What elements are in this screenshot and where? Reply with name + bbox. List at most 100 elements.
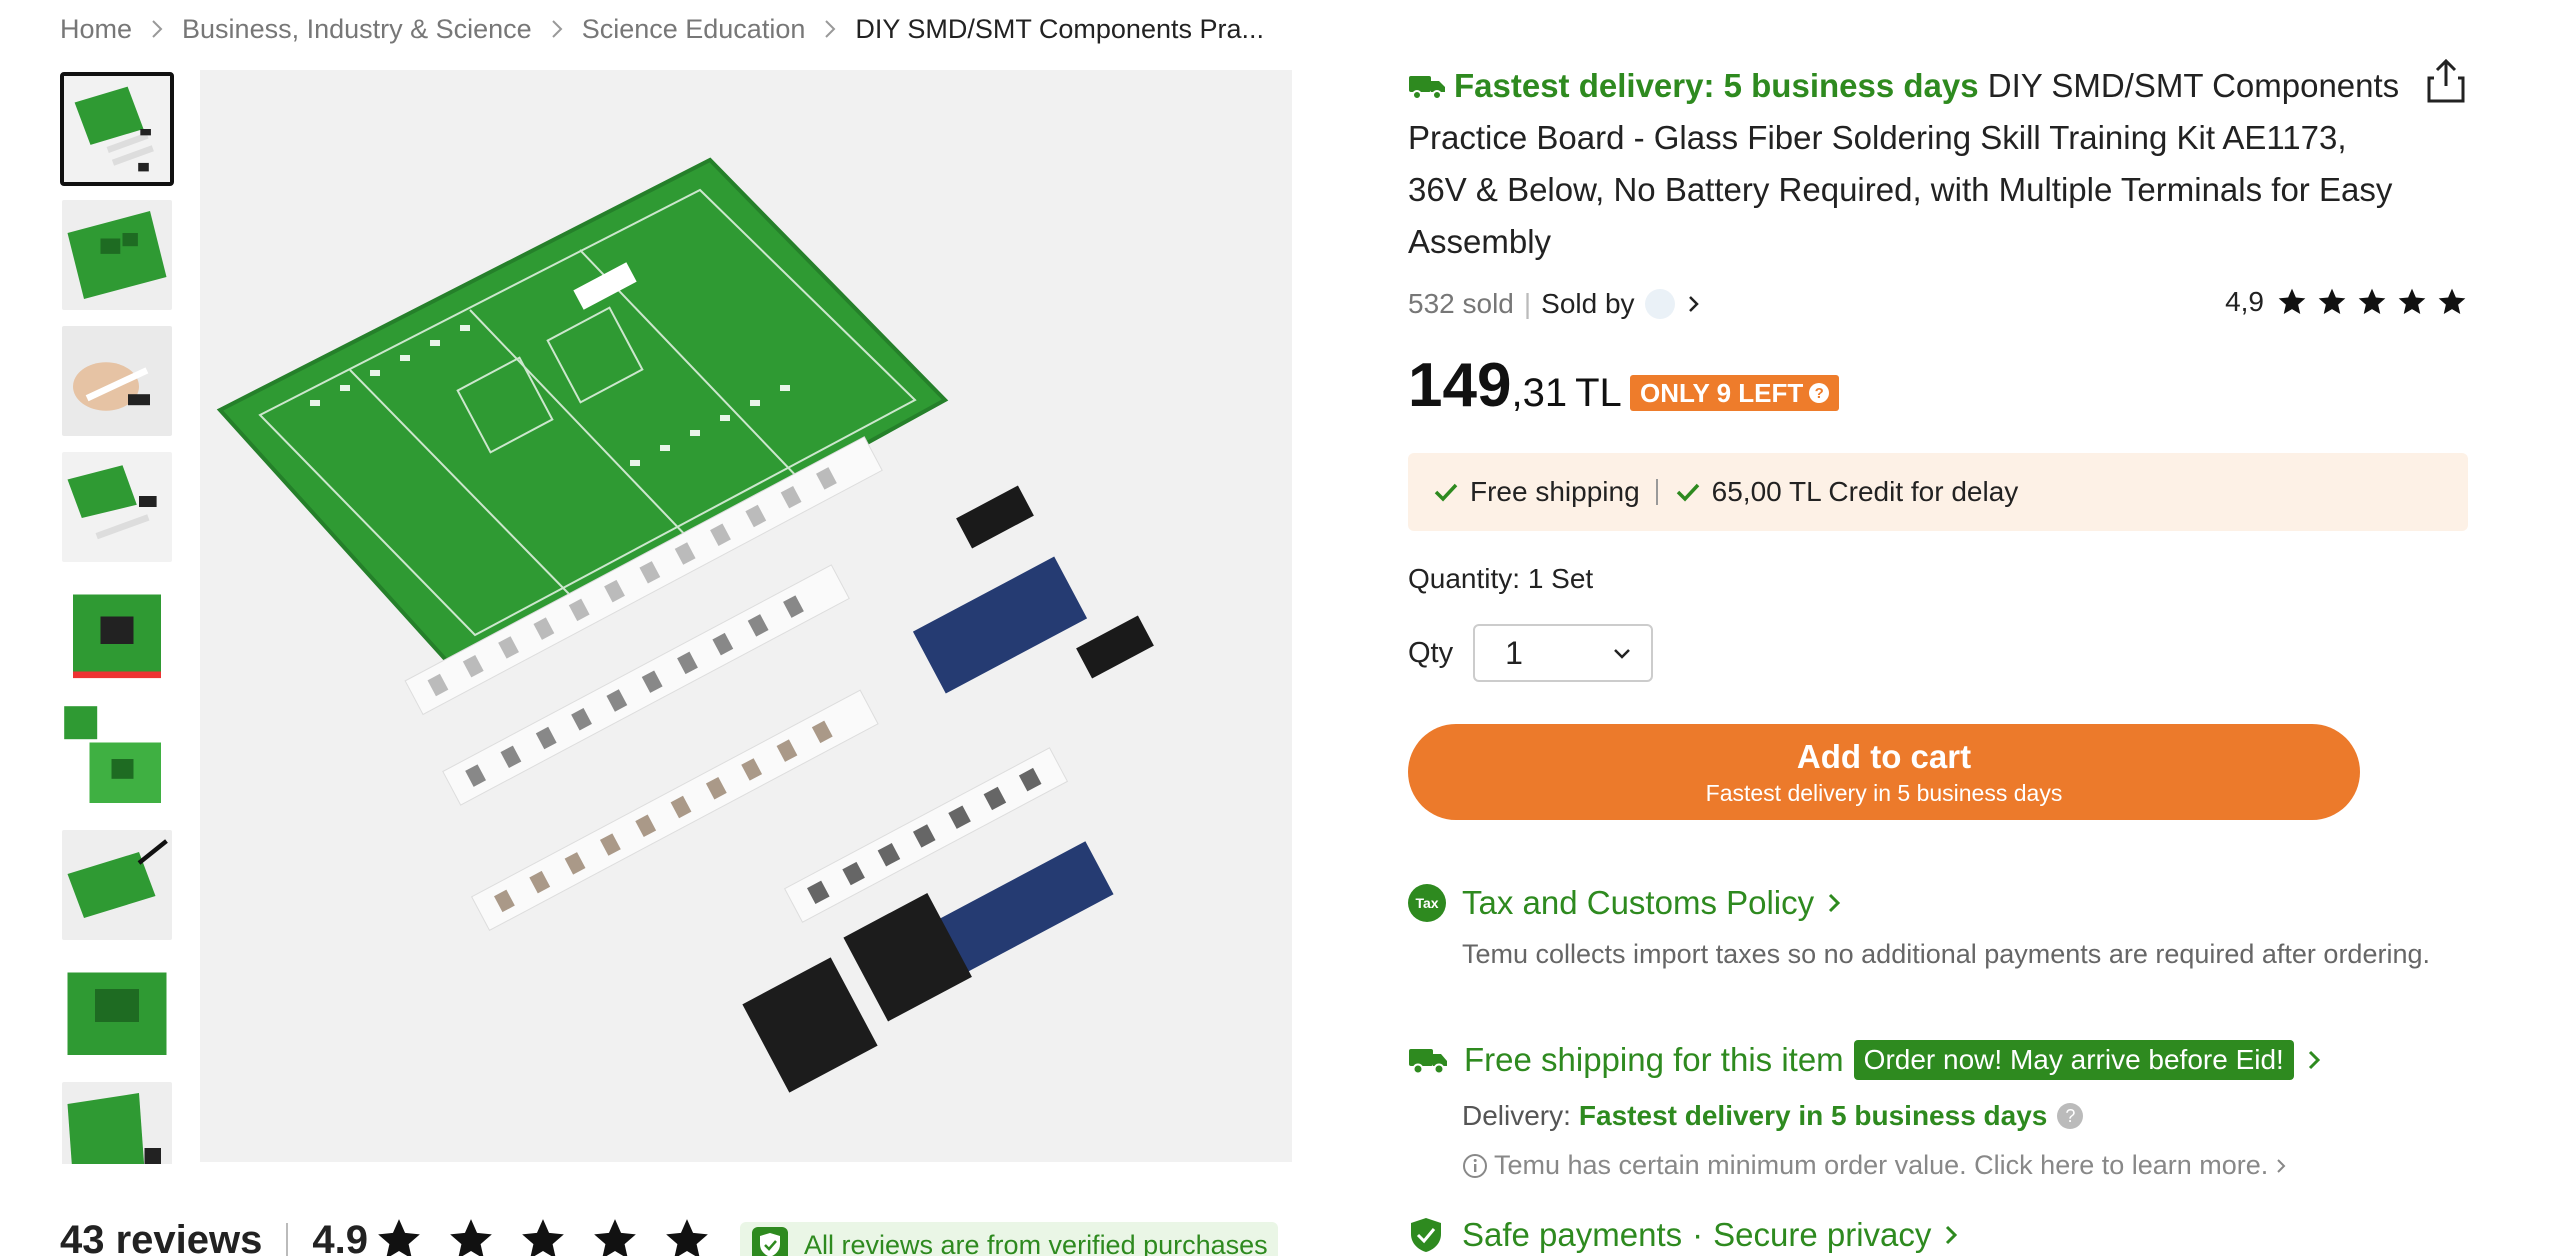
add-to-cart-label: Add to cart	[1796, 737, 1972, 775]
chevron-right-icon	[2277, 1158, 2286, 1173]
star-icon	[522, 1219, 564, 1256]
thumbnail-3[interactable]	[60, 324, 174, 438]
shipping-benefits[interactable]: Free shipping 65,00 TL Credit for delay	[1408, 453, 2468, 531]
info-icon	[1463, 1153, 1487, 1178]
breadcrumb-category[interactable]: Business, Industry & Science	[182, 14, 532, 45]
verified-text: All reviews are from verified purchases	[804, 1229, 1268, 1256]
free-shipping-section: Free shipping for this item Order now! M…	[1408, 1040, 2468, 1181]
tax-policy-text: Temu collects import taxes so no additio…	[1462, 939, 2430, 969]
delivery-label: Delivery:	[1462, 1100, 1571, 1131]
min-order-info[interactable]: Temu has certain minimum order value. Cl…	[1462, 1150, 2468, 1181]
add-to-cart-sublabel: Fastest delivery in 5 business days	[1705, 779, 2063, 806]
quantity-value: 1	[1505, 634, 1523, 671]
tax-icon: Tax	[1408, 884, 1446, 922]
safe-payments-section: Safe payments · Secure privacy	[1408, 1216, 2468, 1254]
price: 149 ,31 TL	[1408, 350, 1622, 430]
thumbnail-6[interactable]	[60, 702, 174, 816]
rating-value: 4,9	[2225, 286, 2264, 317]
sold-count: 532 sold	[1408, 288, 1514, 319]
stock-badge[interactable]: ONLY 9 LEFT ?	[1630, 375, 1840, 411]
qty-row: Qty 1	[1408, 624, 1654, 682]
star-icon	[594, 1219, 636, 1256]
eid-badge: Order now! May arrive before Eid!	[1853, 1040, 2294, 1080]
shield-icon	[752, 1227, 788, 1256]
breadcrumb-subcategory[interactable]: Science Education	[582, 14, 806, 45]
chevron-right-icon	[1946, 1225, 1958, 1245]
star-icon	[2398, 288, 2426, 314]
star-icon	[2278, 288, 2306, 314]
check-icon	[1434, 483, 1458, 502]
delivery-value: Fastest delivery in 5 business days	[1578, 1100, 2048, 1131]
chevron-right-icon	[550, 18, 564, 40]
truck-icon	[1409, 76, 1445, 100]
reviews-rating: 4.9	[312, 1217, 368, 1256]
thumbnail-4[interactable]	[60, 450, 174, 564]
free-shipping-heading: Free shipping for this item	[1464, 1041, 1844, 1078]
thumbnail-list	[60, 72, 174, 1164]
main-product-image[interactable]	[200, 70, 1292, 1162]
help-icon: ?	[1809, 383, 1830, 403]
min-order-text: Temu has certain minimum order value. Cl…	[1494, 1150, 2269, 1180]
chevron-right-icon	[1829, 893, 1841, 913]
fastest-delivery-badge: Fastest delivery: 5 business days	[1454, 67, 1979, 104]
divider	[286, 1223, 289, 1256]
star-icon	[378, 1219, 420, 1256]
sales-meta-row: 532 sold | Sold by 4,9	[1408, 284, 2468, 324]
delivery-line: Delivery: Fastest delivery in 5 business…	[1462, 1100, 2468, 1132]
star-icon	[450, 1219, 492, 1256]
product-title-block: Fastest delivery: 5 business days DIY SM…	[1408, 60, 2408, 268]
price-decimal: ,31	[1511, 371, 1568, 415]
verified-purchases-badge: All reviews are from verified purchases	[740, 1222, 1278, 1256]
breadcrumb-current: DIY SMD/SMT Components Pra...	[855, 13, 1264, 44]
qty-label: Qty	[1408, 636, 1454, 669]
thumbnail-5[interactable]	[60, 576, 174, 690]
star-icon	[2358, 288, 2386, 314]
help-icon[interactable]: ?	[2057, 1103, 2084, 1129]
separator-dot: ·	[1692, 1216, 1704, 1253]
divider	[1655, 479, 1658, 505]
rating-stars	[2276, 286, 2468, 318]
pcb-kit-illustration	[200, 70, 1292, 1162]
product-info: Fastest delivery: 5 business days DIY SM…	[1408, 60, 2468, 268]
chevron-down-icon	[1614, 649, 1631, 659]
star-icon	[2318, 288, 2346, 314]
tax-policy-heading: Tax and Customs Policy	[1462, 884, 1815, 921]
seller-logo[interactable]	[1644, 289, 1675, 319]
thumbnail-7[interactable]	[60, 828, 174, 942]
chevron-right-icon[interactable]	[1685, 292, 1703, 316]
share-icon[interactable]	[2424, 58, 2468, 104]
quantity-select[interactable]: 1	[1473, 624, 1654, 682]
add-to-cart-button[interactable]: Add to cart Fastest delivery in 5 busine…	[1408, 724, 2360, 820]
safe-payments-link[interactable]: Safe payments · Secure privacy	[1408, 1216, 2468, 1254]
breadcrumb: Home Business, Industry & Science Scienc…	[60, 12, 1264, 46]
quantity-label: Quantity: 1 Set	[1408, 563, 1594, 594]
chevron-right-icon	[823, 18, 837, 40]
product-rating[interactable]: 4,9	[2225, 286, 2468, 318]
truck-icon	[1409, 1049, 1447, 1075]
safe-payments-heading: Safe payments	[1462, 1216, 1683, 1253]
check-icon	[1676, 483, 1699, 502]
free-shipping-link[interactable]: Free shipping for this item Order now! M…	[1408, 1040, 2468, 1080]
sold-by-label: Sold by	[1541, 288, 1635, 319]
reviews-count[interactable]: 43 reviews	[60, 1218, 262, 1256]
thumbnail-8[interactable]	[60, 954, 174, 1068]
thumbnail-2[interactable]	[60, 198, 174, 312]
thumbnail-9[interactable]	[60, 1080, 174, 1164]
reviews-summary: 43 reviews 4.9	[60, 1210, 712, 1256]
delay-credit-text: 65,00 TL Credit for delay	[1711, 476, 2019, 507]
chevron-right-icon	[150, 18, 164, 40]
stock-text: ONLY 9 LEFT	[1640, 377, 1804, 408]
reviews-stars	[374, 1215, 712, 1256]
chevron-right-icon	[2308, 1050, 2320, 1070]
tax-policy-section: Tax Tax and Customs Policy Temu collects…	[1408, 884, 2468, 972]
tax-policy-link[interactable]: Tax Tax and Customs Policy	[1408, 884, 2468, 922]
star-icon	[2438, 288, 2466, 314]
price-currency: TL	[1575, 371, 1622, 415]
free-shipping-text: Free shipping	[1470, 476, 1640, 507]
secure-privacy-heading: Secure privacy	[1713, 1216, 1932, 1253]
thumbnail-1[interactable]	[60, 72, 174, 186]
breadcrumb-home[interactable]: Home	[60, 14, 132, 45]
shield-icon	[1411, 1218, 1441, 1252]
star-icon	[666, 1219, 708, 1256]
price-integer: 149	[1408, 351, 1512, 420]
